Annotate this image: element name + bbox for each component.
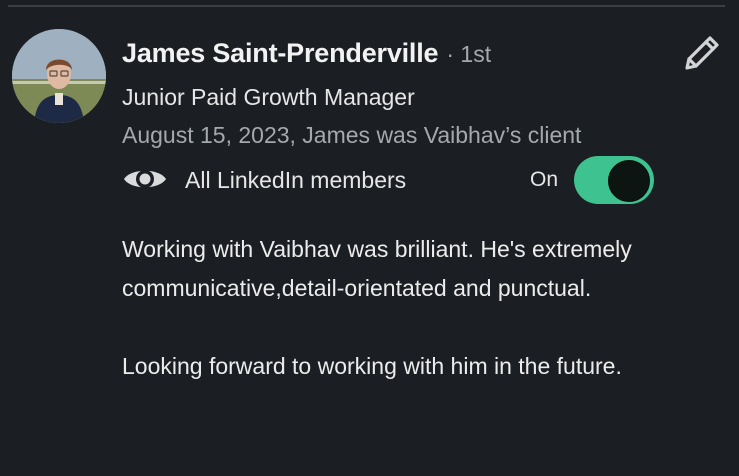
author-headline: Junior Paid Growth Manager [122, 84, 415, 110]
recommendation-paragraph: Looking forward to working with him in t… [122, 353, 622, 379]
pencil-icon[interactable] [681, 32, 723, 74]
visibility-row: All LinkedIn members On [122, 154, 657, 206]
avatar-photo [12, 29, 106, 123]
connection-degree: · 1st [446, 41, 492, 67]
avatar[interactable] [12, 29, 106, 123]
toggle-knob[interactable] [608, 160, 650, 202]
visibility-toggle[interactable] [574, 156, 654, 204]
recommendation-text: Working with Vaibhav was brilliant. He's… [122, 230, 682, 386]
visibility-label: All LinkedIn members [185, 167, 407, 193]
recommendation-paragraph: Working with Vaibhav was brilliant. He's… [122, 236, 632, 301]
author-row: James Saint-Prenderville · 1st [122, 38, 491, 69]
recommendation-meta: August 15, 2023, James was Vaibhav’s cli… [122, 122, 582, 148]
divider [8, 5, 725, 7]
toggle-state-label: On [530, 168, 559, 191]
eye-icon [122, 163, 168, 195]
author-name[interactable]: James Saint-Prenderville [122, 38, 439, 69]
recommendation-card: James Saint-Prenderville · 1st Junior Pa… [0, 0, 739, 476]
